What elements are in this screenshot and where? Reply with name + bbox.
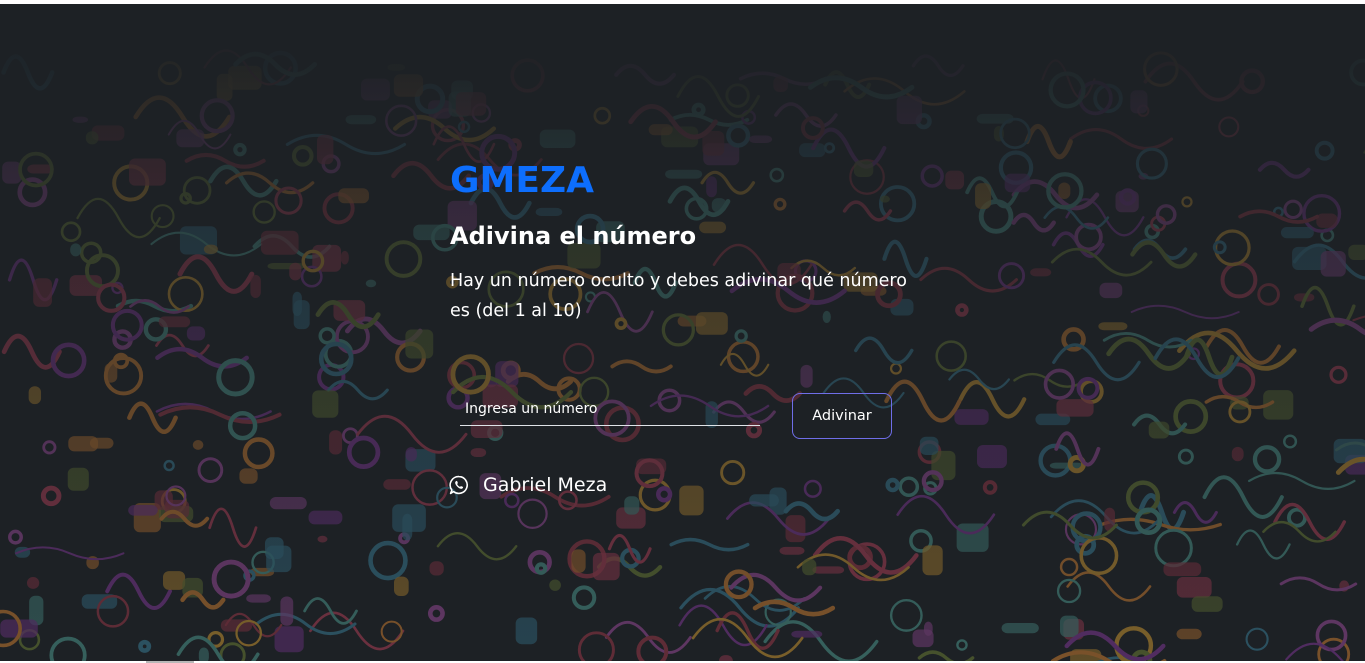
hero-content: GMEZA Adivina el número Hay un número oc… (450, 156, 930, 326)
game-description: Hay un número oculto y debes adivinar qu… (450, 271, 907, 321)
guess-form: Adivinar (450, 392, 910, 440)
whatsapp-icon (449, 475, 469, 495)
brand-title: GMEZA (450, 160, 594, 201)
author-name: Gabriel Meza (483, 474, 608, 496)
author-link[interactable]: Gabriel Meza (449, 470, 607, 500)
guess-button[interactable]: Adivinar (792, 393, 892, 439)
game-heading: Adivina el número (450, 222, 697, 250)
number-input[interactable] (460, 392, 760, 426)
background-shade (0, 4, 1365, 661)
page-background (0, 4, 1365, 661)
